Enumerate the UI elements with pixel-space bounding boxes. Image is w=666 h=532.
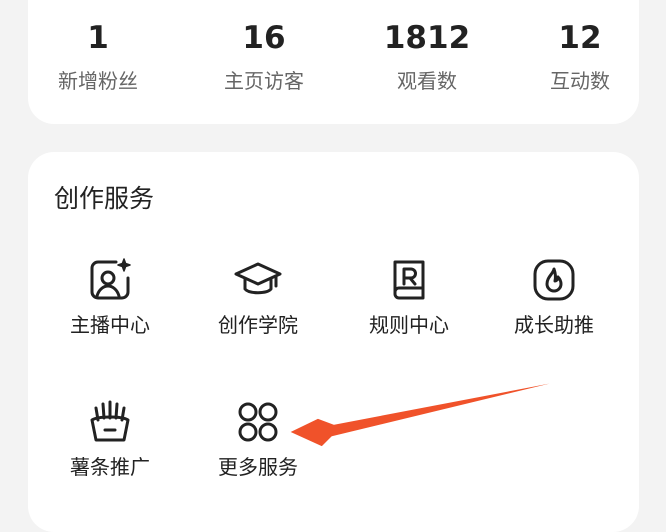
service-more[interactable]: 更多服务 — [188, 398, 328, 480]
fries-icon — [90, 400, 130, 442]
stat-value: 1 — [87, 20, 109, 56]
stat-label: 观看数 — [397, 69, 457, 93]
service-fries-promotion[interactable]: 薯条推广 — [40, 398, 180, 480]
service-label: 更多服务 — [218, 455, 298, 479]
grid-icon — [238, 402, 278, 442]
service-label: 薯条推广 — [70, 455, 150, 479]
stat-label: 新增粉丝 — [58, 69, 138, 93]
rules-book-icon — [393, 260, 425, 300]
service-label: 规则中心 — [369, 313, 449, 337]
stat-views[interactable]: 1812 观看数 — [357, 20, 497, 94]
stat-value: 16 — [242, 20, 286, 56]
graduation-cap-icon — [234, 262, 282, 295]
stat-value: 12 — [558, 20, 602, 56]
stat-label: 主页访客 — [224, 69, 304, 93]
stat-label: 互动数 — [550, 69, 610, 93]
anchor-center-icon — [90, 258, 131, 300]
section-title: 创作服务 — [54, 184, 155, 213]
service-creator-academy[interactable]: 创作学院 — [188, 256, 328, 338]
stat-profile-visitors[interactable]: 16 主页访客 — [194, 20, 334, 94]
service-label: 成长助推 — [514, 313, 594, 337]
service-anchor-center[interactable]: 主播中心 — [40, 256, 180, 338]
service-label: 主播中心 — [70, 313, 150, 337]
service-growth-boost[interactable]: 成长助推 — [484, 256, 624, 338]
creator-services-card: 创作服务 主播中心 创作学院 规则中心 成长助推 薯条推广 更多服务 — [28, 152, 639, 532]
service-label: 创作学院 — [218, 313, 298, 337]
service-rules-center[interactable]: 规则中心 — [339, 256, 479, 338]
stat-new-followers[interactable]: 1 新增粉丝 — [28, 20, 168, 94]
stat-value: 1812 — [383, 20, 471, 56]
flame-icon — [533, 259, 575, 301]
stat-interactions[interactable]: 12 互动数 — [510, 20, 650, 94]
stats-card: 1 新增粉丝 16 主页访客 1812 观看数 12 互动数 — [28, 0, 639, 124]
